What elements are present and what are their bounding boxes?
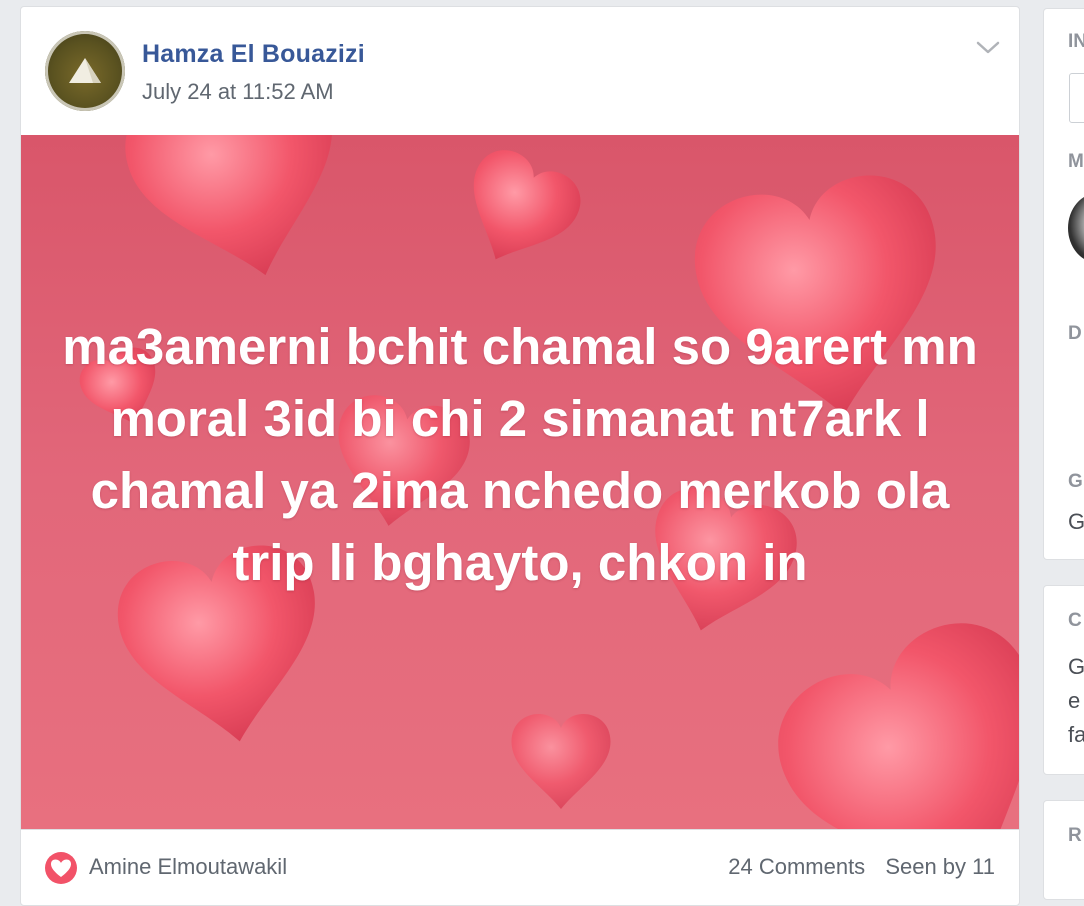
post-card: Hamza El Bouazizi July 24 at 11:52 AM ma… <box>20 6 1020 906</box>
chevron-down-icon[interactable] <box>973 35 1003 59</box>
sidebar-section-label: G <box>1068 471 1083 492</box>
sidebar-card-3: R <box>1043 800 1084 900</box>
sidebar-text: fa <box>1068 722 1084 747</box>
post-background-image: ma3amerni bchit chamal so 9arert mn mora… <box>21 135 1019 829</box>
comments-count[interactable]: 24 Comments <box>728 854 865 879</box>
sidebar-text: e <box>1068 688 1081 713</box>
post-text: ma3amerni bchit chamal so 9arert mn mora… <box>62 318 978 591</box>
sidebar-section-label: D <box>1068 323 1082 344</box>
sidebar-card-heading: IN <box>1068 31 1084 52</box>
post-footer: Amine Elmoutawakil 24 Comments Seen by 1… <box>21 829 1019 890</box>
post-header: Hamza El Bouazizi July 24 at 11:52 AM <box>21 7 1019 135</box>
author-name[interactable]: Hamza El Bouazizi <box>142 40 365 69</box>
avatar[interactable] <box>45 31 125 111</box>
post-stats: 24 Comments Seen by 11 <box>714 854 995 880</box>
sidebar-section-label: M <box>1068 151 1084 172</box>
post-timestamp[interactable]: July 24 at 11:52 AM <box>142 79 334 105</box>
love-reaction-icon[interactable] <box>45 852 77 884</box>
sidebar-thumbnail[interactable] <box>1068 193 1084 263</box>
avatar-image <box>69 58 101 83</box>
sidebar-text: G <box>1068 654 1084 679</box>
sidebar-input[interactable] <box>1069 73 1084 123</box>
sidebar-card-2: C G e fa <box>1043 585 1084 775</box>
sidebar-card-heading: R <box>1068 825 1082 846</box>
reactor-name[interactable]: Amine Elmoutawakil <box>89 854 287 880</box>
sidebar-info-card: IN M D G G <box>1043 8 1084 560</box>
seen-by-count[interactable]: Seen by 11 <box>885 854 995 879</box>
sidebar-card-heading: C <box>1068 610 1082 631</box>
sidebar-text[interactable]: G <box>1068 509 1084 535</box>
